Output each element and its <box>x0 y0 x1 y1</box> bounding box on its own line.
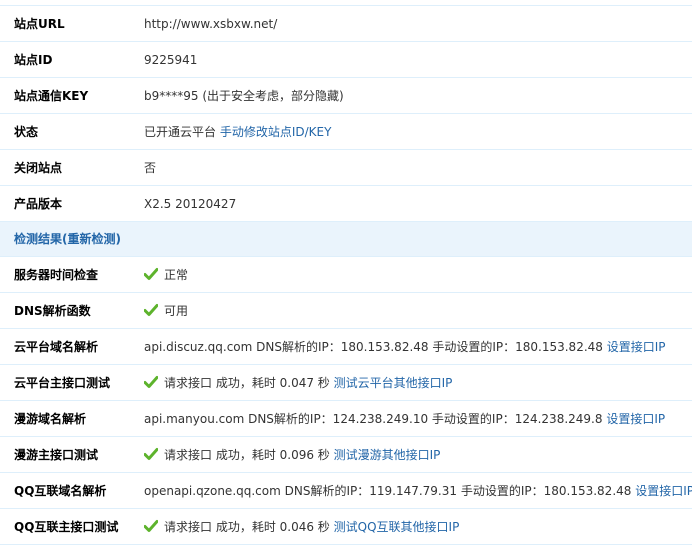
check-icon <box>144 268 158 280</box>
row-label: 云平台主接口测试 <box>14 376 111 390</box>
row-label: 云平台域名解析 <box>14 340 99 354</box>
row-label: 漫游主接口测试 <box>14 448 99 462</box>
row-manyou-dns-resolve: 漫游域名解析 api.manyou.com DNS解析的IP：124.238.2… <box>0 401 692 437</box>
row-label: 站点ID <box>14 53 53 67</box>
set-interface-ip-link[interactable]: 设置接口IP <box>635 484 692 498</box>
row-value: 9225941 <box>144 53 198 67</box>
row-value: api.discuz.qq.com DNS解析的IP：180.153.82.48… <box>144 329 666 365</box>
row-site-url: 站点URL http://www.xsbxw.net/ <box>0 6 692 42</box>
row-label: 关闭站点 <box>14 161 63 175</box>
check-result-text: 请求接口 成功，耗时 0.046 秒 <box>164 520 330 534</box>
check-result-text: 正常 <box>164 268 189 282</box>
row-label: DNS解析函数 <box>14 304 91 318</box>
status-text: 已开通云平台 <box>144 125 217 139</box>
row-dns-function: DNS解析函数 可用 <box>0 293 692 329</box>
recheck-link[interactable]: (重新检测) <box>62 232 121 246</box>
section-title: 检测结果 <box>14 232 63 246</box>
row-product-version: 产品版本 X2.5 20120427 <box>0 186 692 222</box>
row-qq-connect-api-test: QQ互联主接口测试 请求接口 成功，耗时 0.046 秒 测试QQ互联其他接口I… <box>0 509 692 545</box>
row-close-site: 关闭站点 否 <box>0 150 692 186</box>
row-value: 已开通云平台 手动修改站点ID/KEY <box>144 114 331 150</box>
check-results-header: 检测结果(重新检测) <box>0 222 692 257</box>
row-label: QQ互联主接口测试 <box>14 520 119 534</box>
row-site-key: 站点通信KEY b9****95 (出于安全考虑，部分隐藏) <box>0 78 692 114</box>
row-server-time-check: 服务器时间检查 正常 <box>0 257 692 293</box>
row-label: 状态 <box>14 125 39 139</box>
row-qq-connect-dns-resolve: QQ互联域名解析 openapi.qzone.qq.com DNS解析的IP：1… <box>0 473 692 509</box>
row-site-id: 站点ID 9225941 <box>0 42 692 78</box>
check-result-text: 请求接口 成功，耗时 0.096 秒 <box>164 448 330 462</box>
set-interface-ip-link[interactable]: 设置接口IP <box>607 340 666 354</box>
test-cloud-other-ip-link[interactable]: 测试云平台其他接口IP <box>334 376 453 390</box>
row-label: 漫游域名解析 <box>14 412 87 426</box>
test-manyou-other-ip-link[interactable]: 测试漫游其他接口IP <box>334 448 441 462</box>
check-icon <box>144 304 158 316</box>
row-value: b9****95 (出于安全考虑，部分隐藏) <box>144 89 344 103</box>
row-value: api.manyou.com DNS解析的IP：124.238.249.10 手… <box>144 401 665 437</box>
test-qq-connect-other-ip-link[interactable]: 测试QQ互联其他接口IP <box>334 520 460 534</box>
check-icon <box>144 520 158 532</box>
edit-site-id-key-link[interactable]: 手动修改站点ID/KEY <box>220 125 332 139</box>
cloud-status-table: 站点URL http://www.xsbxw.net/ 站点ID 9225941… <box>0 0 692 545</box>
dns-result-text: api.discuz.qq.com DNS解析的IP：180.153.82.48… <box>144 340 603 354</box>
check-icon <box>144 376 158 388</box>
row-label: 站点URL <box>14 17 65 31</box>
check-result-text: 可用 <box>164 304 189 318</box>
set-interface-ip-link[interactable]: 设置接口IP <box>606 412 665 426</box>
row-value: 请求接口 成功，耗时 0.047 秒 测试云平台其他接口IP <box>144 365 452 401</box>
row-manyou-api-test: 漫游主接口测试 请求接口 成功，耗时 0.096 秒 测试漫游其他接口IP <box>0 437 692 473</box>
row-label: 服务器时间检查 <box>14 268 99 282</box>
check-result-text: 请求接口 成功，耗时 0.047 秒 <box>164 376 330 390</box>
row-label: 站点通信KEY <box>14 89 89 103</box>
row-status: 状态 已开通云平台 手动修改站点ID/KEY <box>0 114 692 150</box>
row-value: 可用 <box>144 293 188 329</box>
row-value: X2.5 20120427 <box>144 197 237 211</box>
row-label: QQ互联域名解析 <box>14 484 107 498</box>
check-icon <box>144 448 158 460</box>
dns-result-text: api.manyou.com DNS解析的IP：124.238.249.10 手… <box>144 412 603 426</box>
row-value: 请求接口 成功，耗时 0.096 秒 测试漫游其他接口IP <box>144 437 440 473</box>
row-cloud-dns-resolve: 云平台域名解析 api.discuz.qq.com DNS解析的IP：180.1… <box>0 329 692 365</box>
dns-result-text: openapi.qzone.qq.com DNS解析的IP：119.147.79… <box>144 484 632 498</box>
row-label: 产品版本 <box>14 197 63 211</box>
row-value: 请求接口 成功，耗时 0.046 秒 测试QQ互联其他接口IP <box>144 509 459 545</box>
row-value: 正常 <box>144 257 188 293</box>
row-value: http://www.xsbxw.net/ <box>144 17 278 31</box>
row-cloud-api-test: 云平台主接口测试 请求接口 成功，耗时 0.047 秒 测试云平台其他接口IP <box>0 365 692 401</box>
row-value: 否 <box>144 161 157 175</box>
row-value: openapi.qzone.qq.com DNS解析的IP：119.147.79… <box>144 473 692 509</box>
